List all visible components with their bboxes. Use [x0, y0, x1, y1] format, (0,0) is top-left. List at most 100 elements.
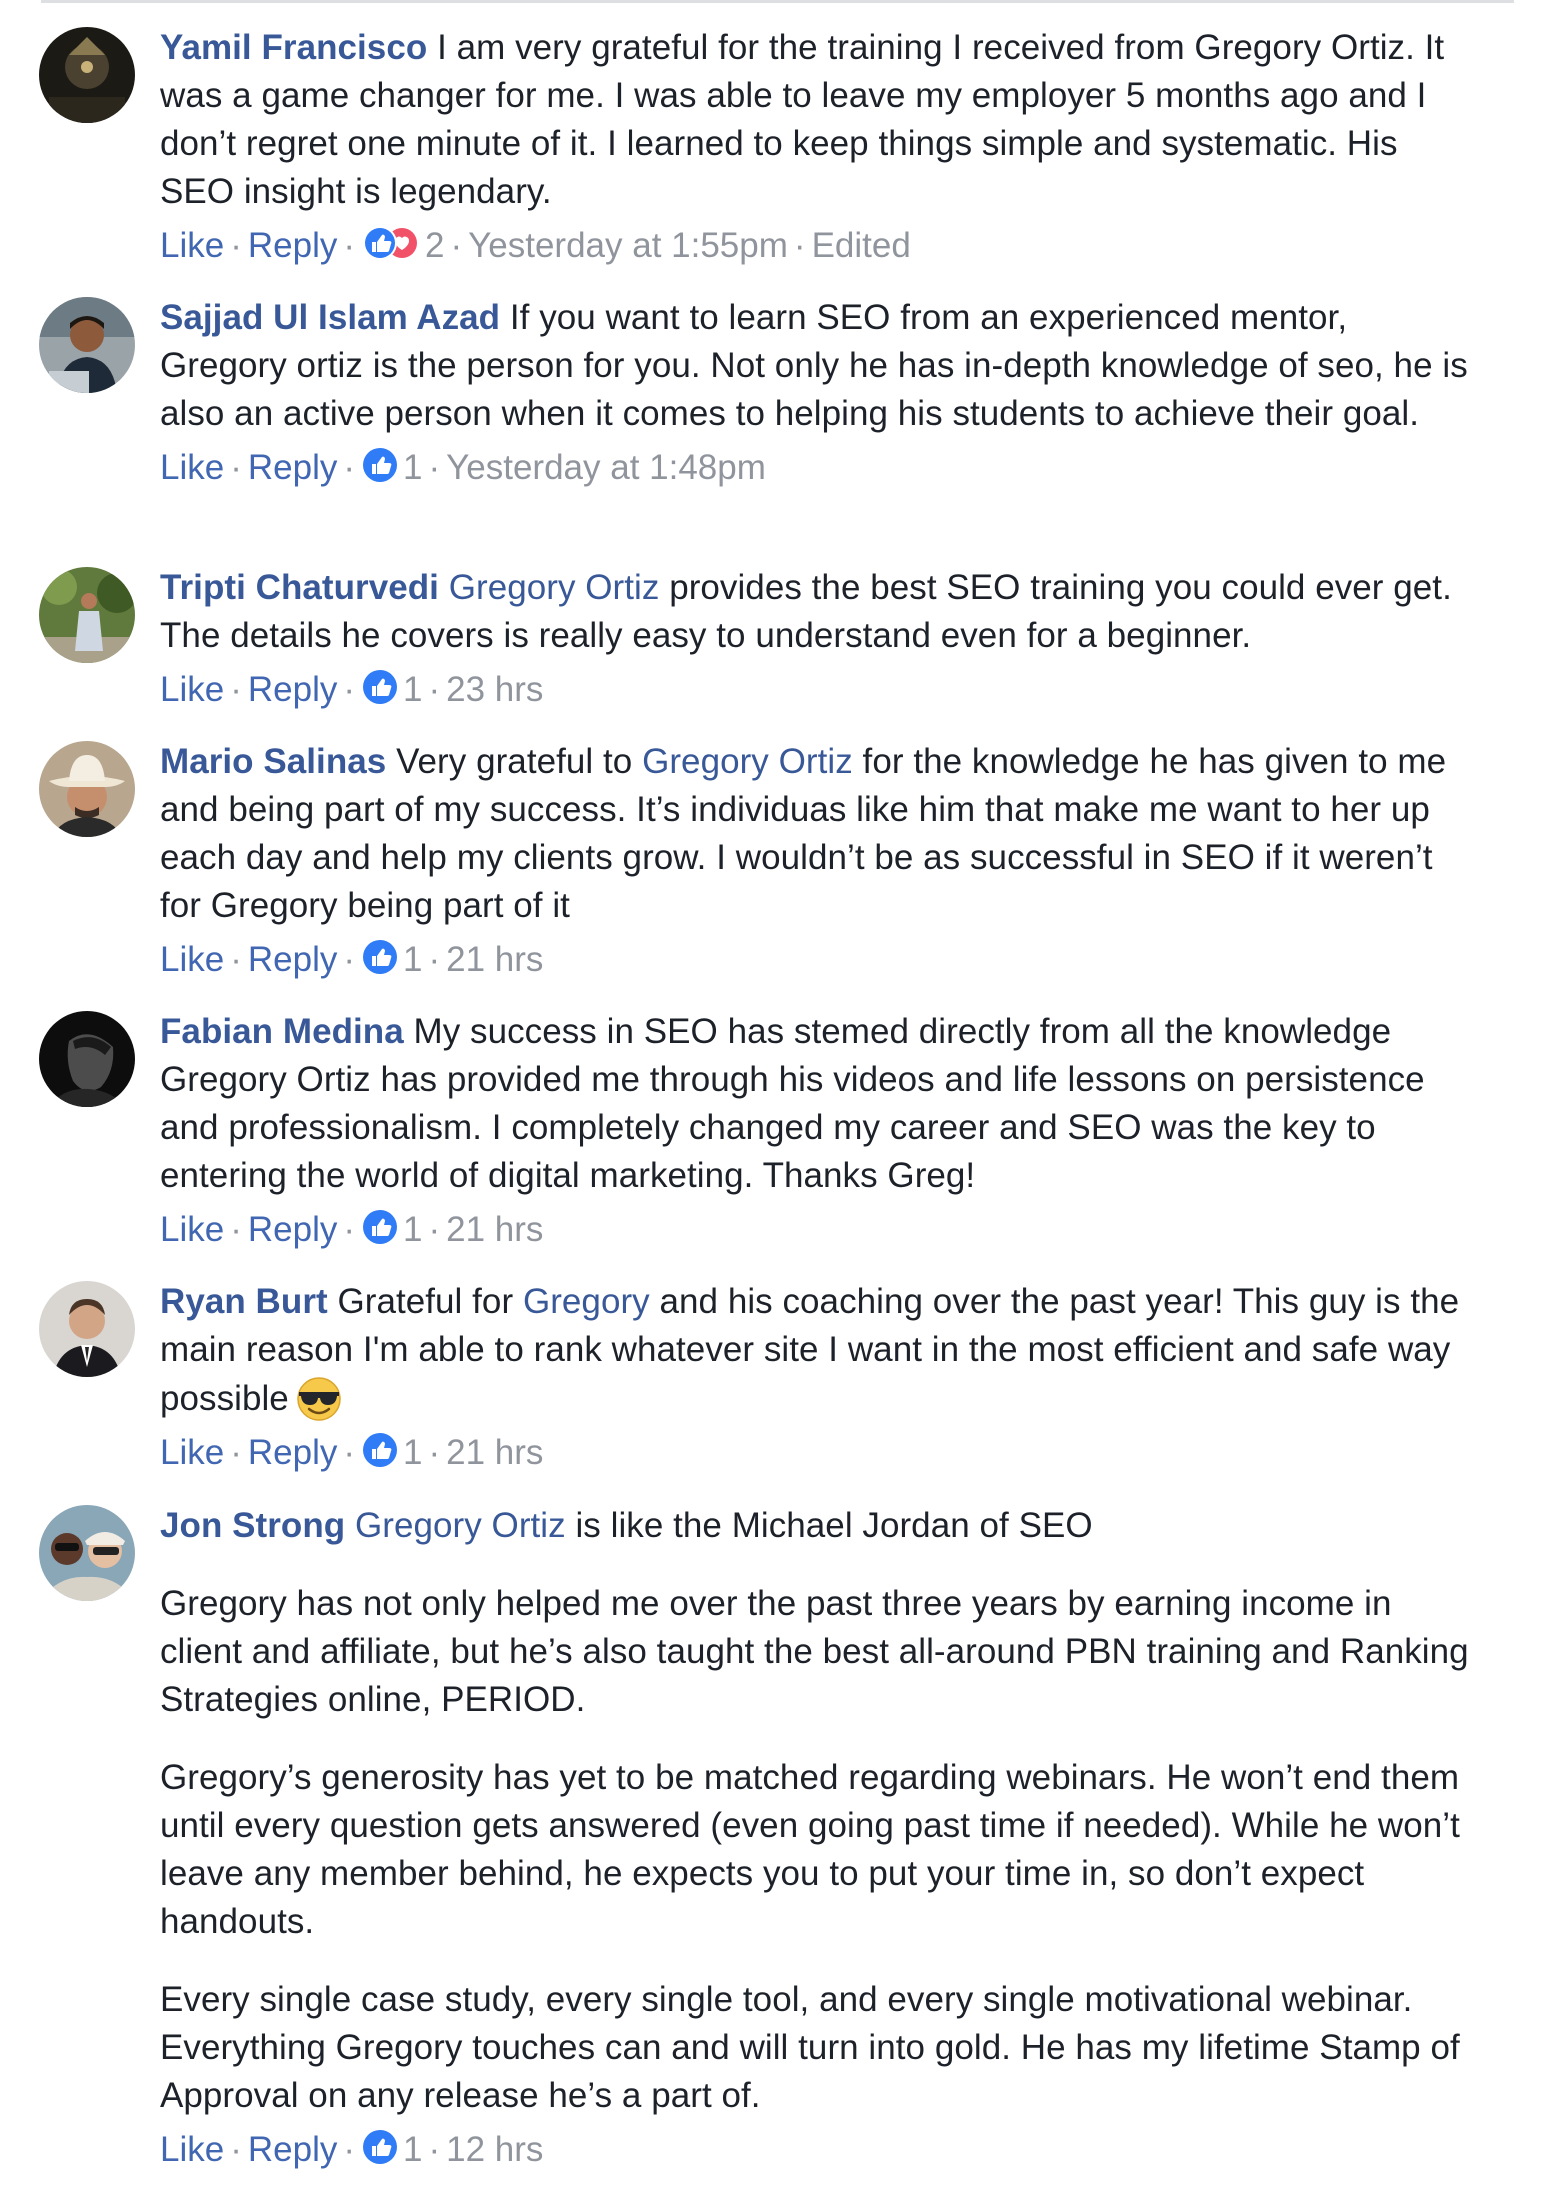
- separator: ·: [343, 226, 356, 265]
- like-button[interactable]: Like: [160, 1210, 224, 1249]
- timestamp[interactable]: 21 hrs: [446, 1433, 543, 1472]
- comment-text: Mario Salinas Very grateful to Gregory O…: [160, 738, 1476, 930]
- comment-text: Ryan Burt Grateful for Gregory and his c…: [160, 1278, 1476, 1423]
- comment-text: Jon Strong Gregory Ortiz is like the Mic…: [160, 1502, 1476, 1550]
- separator: ·: [428, 1433, 441, 1472]
- comment-text: Yamil Francisco I am very grateful for t…: [160, 24, 1476, 216]
- sunglasses-emoji-icon: [293, 1374, 345, 1422]
- timestamp[interactable]: 12 hrs: [446, 2130, 543, 2169]
- separator: ·: [343, 448, 356, 487]
- like-reaction-icon: [363, 940, 398, 974]
- reaction-count[interactable]: 1: [403, 940, 422, 979]
- avatar[interactable]: [39, 27, 135, 123]
- avatar-man-suit-icon: [39, 1281, 135, 1377]
- separator: ·: [343, 2130, 356, 2169]
- separator: ·: [230, 448, 242, 487]
- avatar[interactable]: [39, 1281, 135, 1377]
- like-button[interactable]: Like: [160, 1433, 224, 1472]
- comment-text: Fabian Medina My success in SEO has stem…: [160, 1008, 1476, 1200]
- reply-button[interactable]: Reply: [248, 670, 337, 709]
- separator: ·: [428, 448, 441, 487]
- reply-button[interactable]: Reply: [248, 940, 337, 979]
- author-name[interactable]: Tripti Chaturvedi: [160, 568, 439, 607]
- separator: ·: [428, 1210, 441, 1249]
- author-name[interactable]: Sajjad Ul Islam Azad: [160, 298, 500, 337]
- reactions[interactable]: [361, 446, 399, 484]
- reply-button[interactable]: Reply: [248, 226, 337, 265]
- reply-button[interactable]: Reply: [248, 2130, 337, 2169]
- separator: ·: [230, 226, 242, 265]
- reply-button[interactable]: Reply: [248, 1210, 337, 1249]
- avatar-bw-portrait-icon: [39, 1011, 135, 1107]
- comment-actions: Like · Reply · 1 · Yesterday at 1:48pm: [160, 444, 1476, 492]
- mention-link[interactable]: Gregory Ortiz: [642, 742, 853, 781]
- reaction-count[interactable]: 1: [403, 448, 422, 487]
- like-reaction-icon: [363, 1433, 398, 1467]
- reply-button[interactable]: Reply: [248, 1433, 337, 1472]
- comment-text: Tripti Chaturvedi Gregory Ortiz provides…: [160, 564, 1476, 660]
- comment-body: is like the Michael Jordan of SEO: [575, 1506, 1093, 1545]
- like-love-reaction-icon: [363, 226, 420, 260]
- comment-body-start: Grateful for: [337, 1282, 514, 1321]
- separator: ·: [428, 2130, 441, 2169]
- like-reaction-icon: [363, 670, 398, 704]
- comment-actions: Like · Reply · 2 · Yesterday at 1:55pm · Edited: [160, 222, 1476, 270]
- separator: ·: [428, 940, 441, 979]
- separator: ·: [450, 226, 463, 265]
- author-name[interactable]: Jon Strong: [160, 1506, 345, 1545]
- mention-link[interactable]: Gregory Ortiz: [355, 1506, 566, 1545]
- avatar[interactable]: [39, 1505, 135, 1601]
- reaction-count[interactable]: 1: [403, 2130, 422, 2169]
- separator: ·: [343, 1210, 356, 1249]
- avatar-dark-background-icon: [39, 27, 135, 123]
- like-reaction-icon: [363, 2130, 398, 2164]
- comment-paragraph: Gregory’s generosity has yet to be match…: [160, 1758, 1460, 1941]
- reactions[interactable]: [361, 938, 399, 976]
- like-button[interactable]: Like: [160, 670, 224, 709]
- timestamp[interactable]: 21 hrs: [446, 1210, 543, 1249]
- separator: ·: [428, 670, 441, 709]
- avatar[interactable]: [39, 567, 135, 663]
- author-name[interactable]: Mario Salinas: [160, 742, 386, 781]
- reactions[interactable]: [361, 1208, 399, 1246]
- timestamp[interactable]: 23 hrs: [446, 670, 543, 709]
- reactions[interactable]: [361, 2128, 399, 2166]
- timestamp[interactable]: Yesterday at 1:55pm: [468, 226, 788, 265]
- comment-actions: Like · Reply · 1 · 21 hrs: [160, 1429, 1476, 1477]
- author-name[interactable]: Ryan Burt: [160, 1282, 328, 1321]
- comment-paragraph: Every single case study, every single to…: [160, 1980, 1460, 2115]
- reaction-count[interactable]: 1: [403, 1433, 422, 1472]
- like-button[interactable]: Like: [160, 226, 224, 265]
- reactions[interactable]: [361, 1431, 399, 1469]
- separator: ·: [230, 1433, 242, 1472]
- avatar-cowboy-hat-icon: [39, 741, 135, 837]
- mention-link[interactable]: Gregory Ortiz: [449, 568, 660, 607]
- reactions[interactable]: [361, 668, 399, 706]
- avatar-man-laptop-icon: [39, 297, 135, 393]
- comment-body-start: Very grateful to: [396, 742, 633, 781]
- author-name[interactable]: Fabian Medina: [160, 1012, 404, 1051]
- reaction-count[interactable]: 1: [403, 670, 422, 709]
- reaction-count[interactable]: 1: [403, 1210, 422, 1249]
- comment-actions: Like · Reply · 1 · 12 hrs: [160, 2126, 1476, 2174]
- reply-button[interactable]: Reply: [248, 448, 337, 487]
- like-button[interactable]: Like: [160, 448, 224, 487]
- mention-link[interactable]: Gregory: [523, 1282, 650, 1321]
- like-button[interactable]: Like: [160, 940, 224, 979]
- avatar[interactable]: [39, 297, 135, 393]
- edited-label[interactable]: Edited: [812, 226, 911, 265]
- reactions[interactable]: [361, 224, 421, 262]
- timestamp[interactable]: Yesterday at 1:48pm: [446, 448, 766, 487]
- like-button[interactable]: Like: [160, 2130, 224, 2169]
- comment-actions: Like · Reply · 1 · 21 hrs: [160, 1206, 1476, 1254]
- separator: ·: [230, 670, 242, 709]
- author-name[interactable]: Yamil Francisco: [160, 28, 427, 67]
- separator: ·: [230, 940, 242, 979]
- separator: ·: [230, 2130, 242, 2169]
- separator: ·: [230, 1210, 242, 1249]
- reaction-count[interactable]: 2: [425, 226, 444, 265]
- timestamp[interactable]: 21 hrs: [446, 940, 543, 979]
- avatar[interactable]: [39, 1011, 135, 1107]
- comment-actions: Like · Reply · 1 · 23 hrs: [160, 666, 1476, 714]
- avatar[interactable]: [39, 741, 135, 837]
